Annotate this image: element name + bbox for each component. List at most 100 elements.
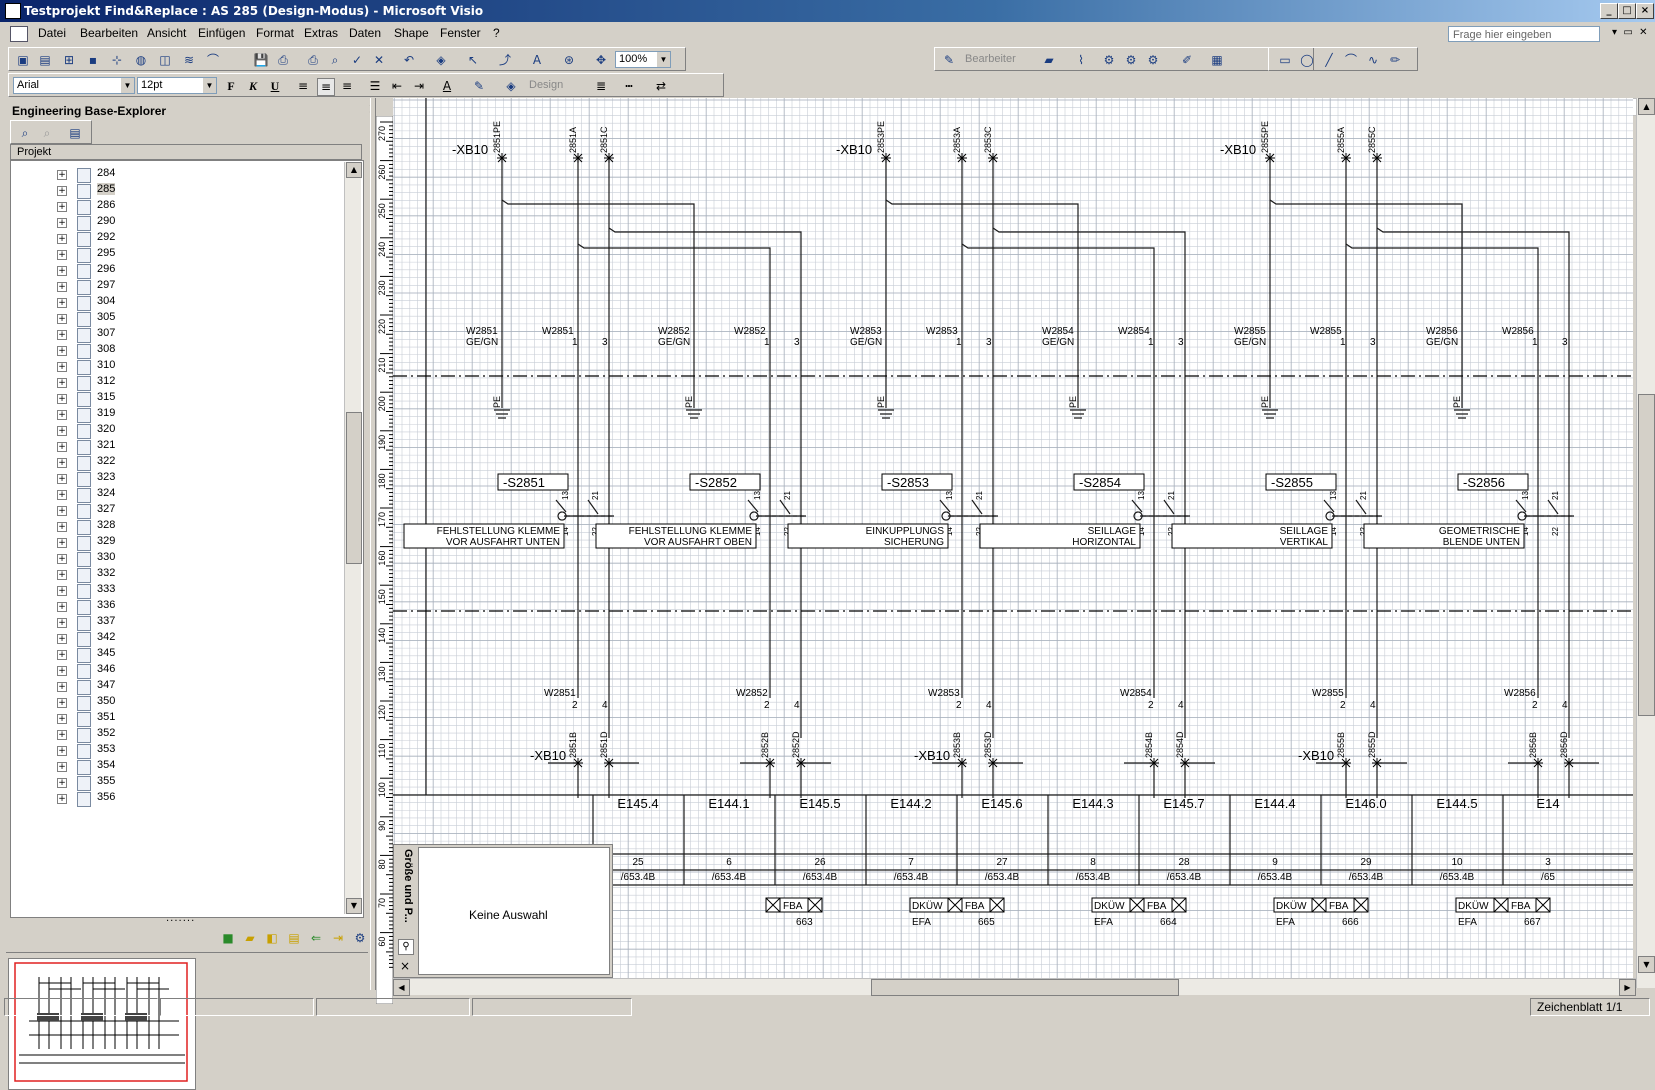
tree-item[interactable]: +330 (11, 551, 341, 567)
connector-icon[interactable]: ⤴ (497, 52, 513, 68)
wire-icon[interactable]: ⌒ (205, 52, 221, 68)
expand-icon[interactable]: + (57, 234, 67, 244)
tree-item[interactable]: +351 (11, 711, 341, 727)
tree-item[interactable]: +337 (11, 615, 341, 631)
tree-item[interactable]: +304 (11, 295, 341, 311)
tree-item[interactable]: +305 (11, 311, 341, 327)
pointer-icon[interactable]: ↖ (465, 52, 481, 68)
scroll-left-icon[interactable]: ◀ (393, 979, 410, 996)
rectangle-icon[interactable]: ▭ (1277, 52, 1293, 68)
align-right-icon[interactable]: ≡ (339, 78, 355, 94)
canvas-vscrollbar[interactable]: ▲ ▼ (1636, 98, 1655, 988)
canvas-hscrollbar[interactable]: ◀ ▶ (393, 978, 1636, 996)
tree-item[interactable]: +310 (11, 359, 341, 375)
tree-item[interactable]: +285 (11, 183, 341, 199)
lock-icon[interactable]: ▪ (85, 52, 101, 68)
brush-icon[interactable]: ⌇ (1073, 52, 1089, 68)
tree-item[interactable]: +345 (11, 647, 341, 663)
tree-scrollbar[interactable]: ▲ ▼ (344, 162, 362, 914)
minimize-button[interactable]: _ (1600, 3, 1618, 19)
settings-icon[interactable]: ⚙ (352, 930, 368, 946)
indent-more-icon[interactable]: ⇥ (411, 78, 427, 94)
tree-item[interactable]: +353 (11, 743, 341, 759)
expand-icon[interactable]: + (57, 442, 67, 452)
menu-shape[interactable]: Shape (394, 26, 429, 40)
table-icon[interactable]: ▦ (1209, 52, 1225, 68)
expand-icon[interactable]: + (57, 314, 67, 324)
delete-icon[interactable]: ✕ (371, 52, 387, 68)
expand-icon[interactable]: + (57, 266, 67, 276)
tree-item[interactable]: +320 (11, 423, 341, 439)
expand-icon[interactable]: + (57, 666, 67, 676)
scroll-down-icon[interactable]: ▼ (346, 898, 362, 914)
tree-item[interactable]: +297 (11, 279, 341, 295)
bullets-icon[interactable]: ☰ (367, 78, 383, 94)
preview-icon[interactable]: ⌕ (327, 52, 343, 68)
tree-item[interactable]: +296 (11, 263, 341, 279)
globe-icon[interactable]: ◍ (133, 52, 149, 68)
tree-item[interactable]: +321 (11, 439, 341, 455)
menu-extras[interactable]: Extras (304, 26, 338, 40)
fill-color-icon[interactable]: ◈ (503, 78, 519, 94)
expand-icon[interactable]: + (57, 410, 67, 420)
tree-item[interactable]: +346 (11, 663, 341, 679)
zoom-combo[interactable]: 100% ▼ (615, 51, 671, 68)
expand-icon[interactable]: + (57, 490, 67, 500)
tree-item[interactable]: +312 (11, 375, 341, 391)
document-icon[interactable] (10, 26, 28, 42)
tree-item[interactable]: +290 (11, 215, 341, 231)
align-center-icon[interactable]: ≡ (317, 78, 335, 96)
bearbeiten-dropdown[interactable]: Bearbeiter (965, 53, 1016, 65)
expand-icon[interactable]: + (57, 362, 67, 372)
tree-item[interactable]: +333 (11, 583, 341, 599)
scroll-up-icon[interactable]: ▲ (346, 162, 362, 178)
splitter-grip[interactable]: ······· (166, 916, 195, 927)
font-combo[interactable]: Arial ▼ (13, 77, 135, 94)
scroll-up-icon[interactable]: ▲ (1638, 98, 1655, 115)
tree-item[interactable]: +350 (11, 695, 341, 711)
align-left-icon[interactable]: ≡ (295, 78, 311, 94)
menu-datei[interactable]: Datei (38, 26, 66, 40)
connect-icon[interactable]: ⊹ (109, 52, 125, 68)
pencil-icon[interactable]: ✏ (1387, 52, 1403, 68)
pan-zoom-thumbnail[interactable] (8, 958, 196, 1090)
folder-icon[interactable]: ▰ (1041, 52, 1057, 68)
tree-item[interactable]: +286 (11, 199, 341, 215)
tree-item[interactable]: +315 (11, 391, 341, 407)
visio-app-icon[interactable] (5, 3, 21, 19)
expand-icon[interactable]: + (57, 250, 67, 260)
expand-icon[interactable]: + (57, 282, 67, 292)
indent-less-icon[interactable]: ⇤ (389, 78, 405, 94)
design-button[interactable]: Design (529, 79, 563, 91)
expand-icon[interactable]: + (57, 746, 67, 756)
tree-item[interactable]: +319 (11, 407, 341, 423)
expand-icon[interactable]: + (57, 378, 67, 388)
scroll-down-icon[interactable]: ▼ (1638, 956, 1655, 973)
pan-icon[interactable]: ✥ (593, 52, 609, 68)
gear3-icon[interactable]: ⚙ (1145, 52, 1161, 68)
tree-item[interactable]: +307 (11, 327, 341, 343)
arc-icon[interactable]: ⌒ (1343, 52, 1359, 68)
expand-icon[interactable]: + (57, 570, 67, 580)
expand-icon[interactable]: + (57, 586, 67, 596)
shapes-icon[interactable]: ◈ (433, 52, 449, 68)
vscroll-thumb[interactable] (1638, 394, 1655, 716)
tab-projekt[interactable]: Projekt (17, 146, 51, 158)
expand-icon[interactable]: + (57, 170, 67, 180)
close-icon[interactable]: × (398, 959, 412, 973)
tree-item[interactable]: +295 (11, 247, 341, 263)
back-arrow-icon[interactable]: ⇐ (308, 930, 324, 946)
doc-window-controls[interactable]: ▾ ▭ ✕ (1612, 27, 1648, 38)
tree-item[interactable]: +332 (11, 567, 341, 583)
scroll-thumb[interactable] (346, 412, 362, 564)
expand-icon[interactable]: + (57, 474, 67, 484)
line-weight-icon[interactable]: ≣ (593, 78, 609, 94)
sheet-indicator[interactable]: Zeichenblatt 1/1 (1530, 998, 1650, 1016)
expand-icon[interactable]: + (57, 794, 67, 804)
connection-point-icon[interactable]: ⊛ (561, 52, 577, 68)
expand-icon[interactable]: + (57, 602, 67, 612)
search-disabled-icon[interactable]: ⌕ (39, 125, 55, 141)
font-size-combo[interactable]: 12pt ▼ (137, 77, 217, 94)
expand-icon[interactable]: + (57, 186, 67, 196)
expand-icon[interactable]: + (57, 778, 67, 788)
